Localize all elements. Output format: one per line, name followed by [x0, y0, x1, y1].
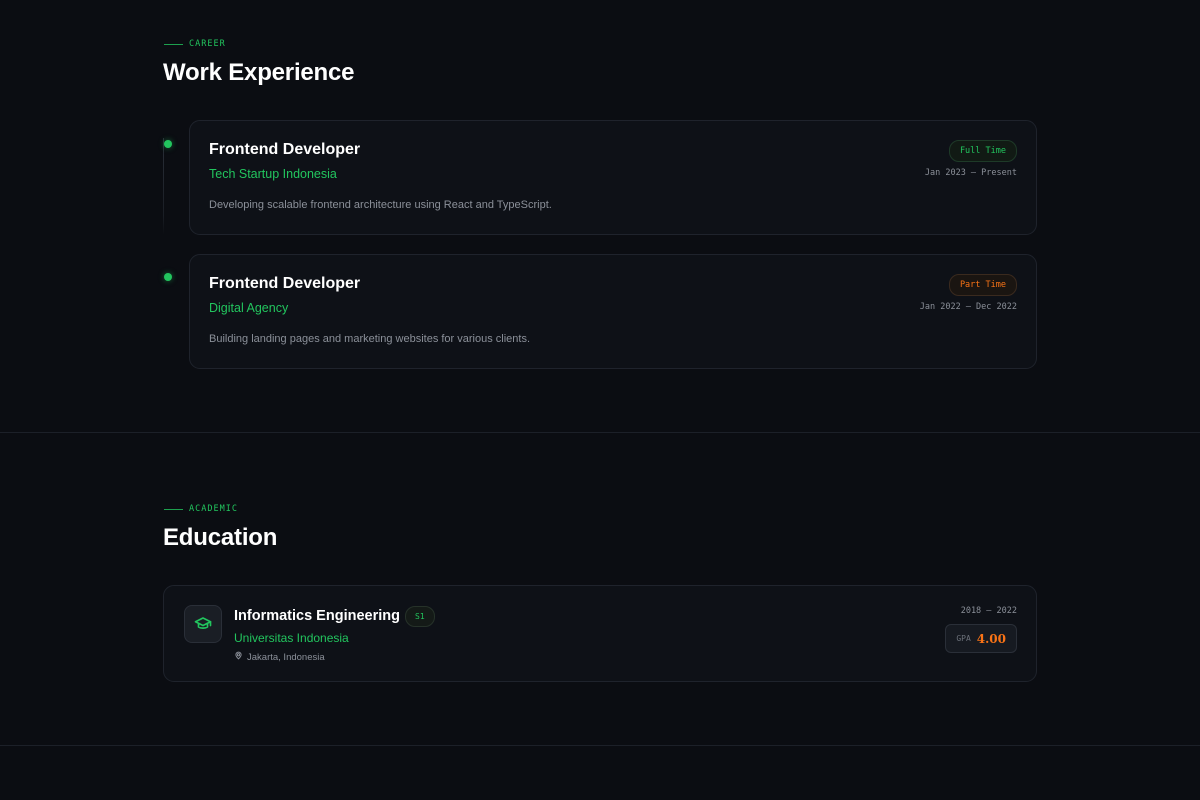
career-section: CAREER Work Experience Frontend Develope… [0, 0, 1200, 433]
timeline-dot [164, 140, 172, 148]
location-text: Jakarta, Indonesia [247, 651, 325, 663]
job-dates: Jan 2022 — Dec 2022 [919, 302, 1017, 312]
education-years: 2018 — 2022 [960, 606, 1017, 616]
job-card[interactable]: Frontend Developer Digital Agency Buildi… [189, 254, 1037, 369]
timeline-dot [164, 273, 172, 281]
job-title: Frontend Developer [209, 275, 361, 292]
eyebrow-line [164, 43, 183, 45]
timeline-line [163, 138, 164, 235]
school-location: Jakarta, Indonesia [234, 651, 325, 663]
job-title: Frontend Developer [209, 141, 361, 158]
degree-title: Informatics Engineering [234, 608, 400, 624]
degree-level-badge: S1 [405, 606, 435, 627]
graduation-cap-icon [184, 605, 222, 643]
career-eyebrow: CAREER [164, 39, 226, 49]
job-card[interactable]: Frontend Developer Tech Startup Indonesi… [189, 120, 1037, 235]
eyebrow-line [164, 508, 183, 510]
map-pin-icon [234, 651, 243, 663]
job-dates: Jan 2023 — Present [924, 168, 1017, 178]
career-eyebrow-label: CAREER [189, 39, 226, 49]
job-company: Tech Startup Indonesia [209, 167, 337, 181]
employment-type-badge: Full Time [948, 140, 1017, 162]
job-description: Building landing pages and marketing web… [209, 333, 531, 345]
academic-eyebrow: ACADEMIC [164, 504, 238, 514]
education-card[interactable]: Informatics Engineering S1 Universitas I… [163, 585, 1037, 682]
job-company: Digital Agency [209, 301, 289, 315]
gpa-label: GPA [956, 634, 971, 643]
job-description: Developing scalable frontend architectur… [209, 199, 552, 211]
gpa-value: 4.00 [976, 631, 1006, 646]
career-heading: Work Experience [163, 59, 355, 86]
gpa-box: GPA 4.00 [945, 624, 1017, 653]
academic-eyebrow-label: ACADEMIC [189, 504, 238, 514]
employment-type-badge: Part Time [948, 274, 1017, 296]
school-name: Universitas Indonesia [234, 631, 349, 645]
education-heading: Education [163, 524, 278, 551]
